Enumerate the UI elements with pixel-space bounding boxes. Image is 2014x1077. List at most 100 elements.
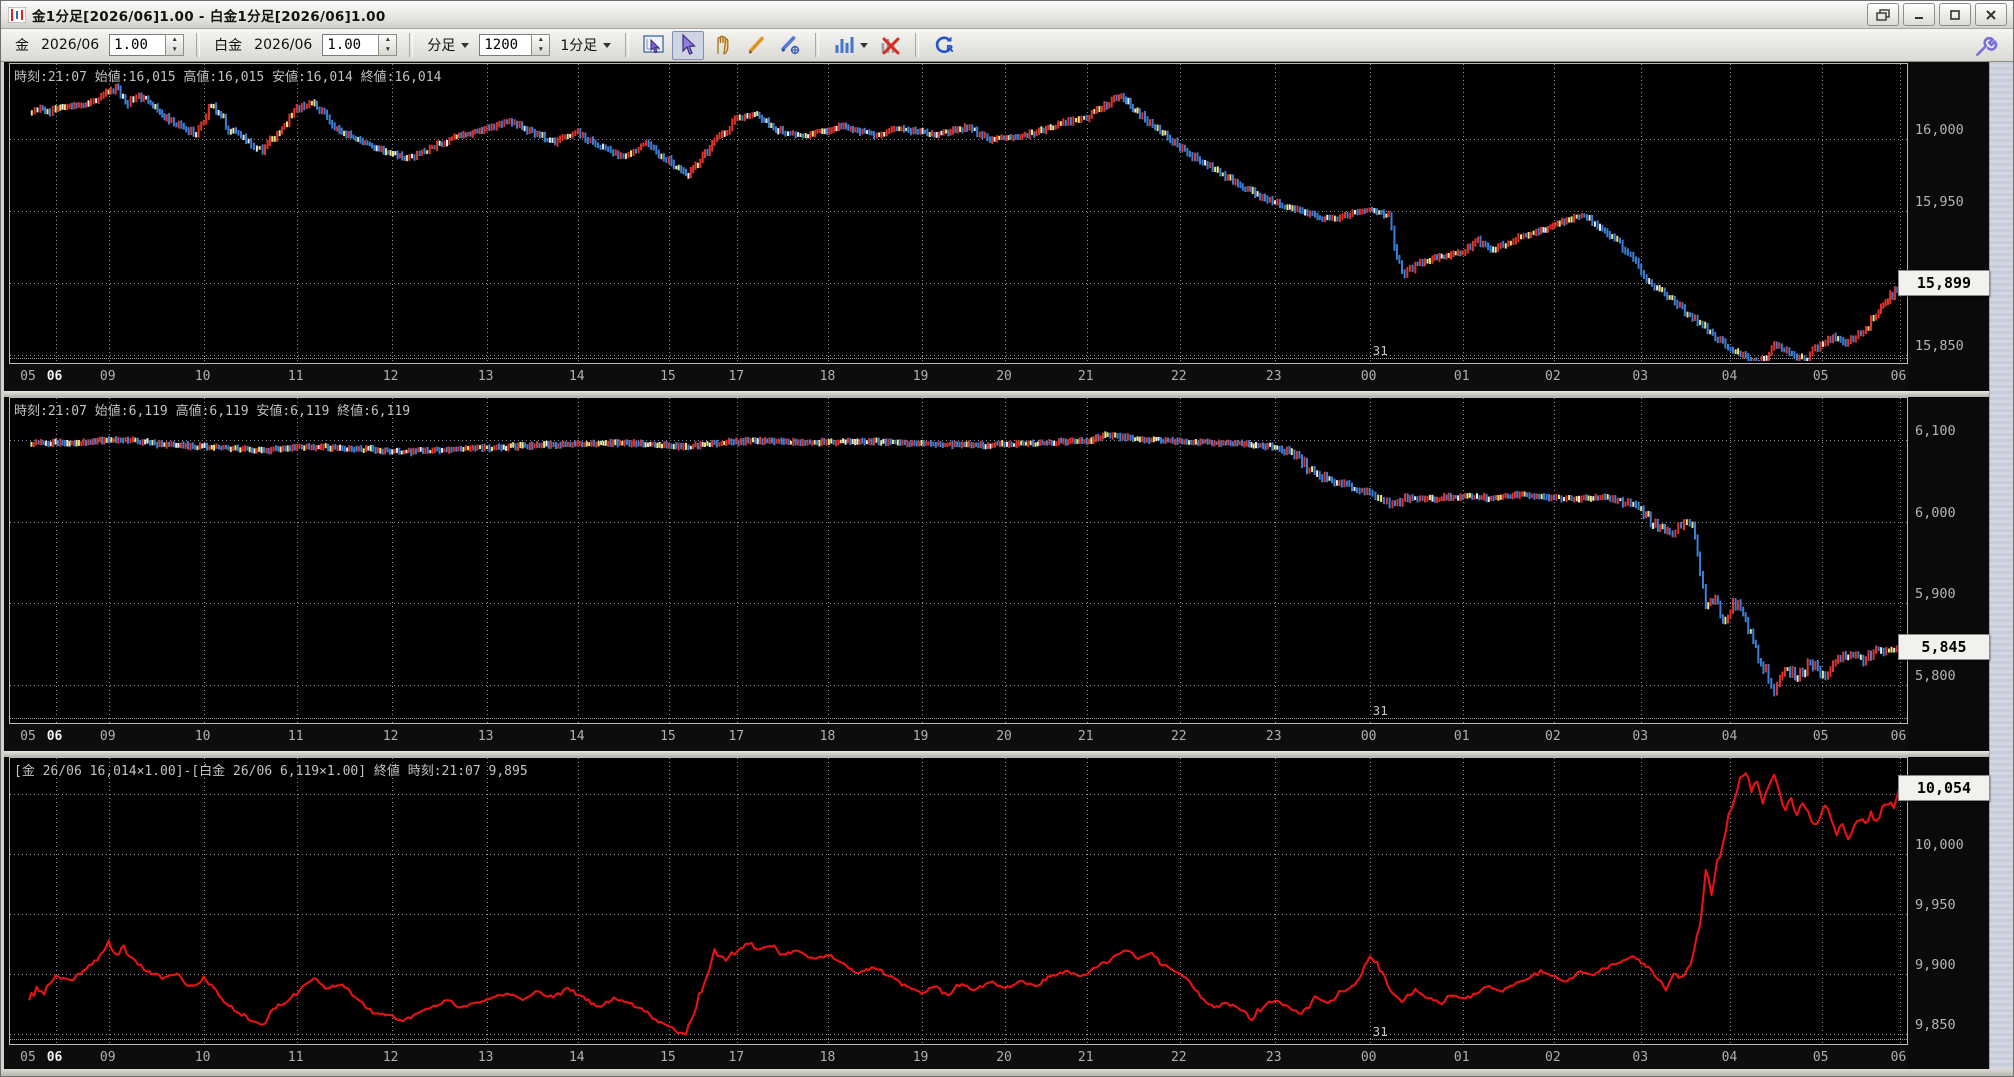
chart-cursor-icon xyxy=(643,35,665,54)
platinum-multiplier-arrows[interactable]: ▲ ▼ xyxy=(378,34,398,56)
time-tick-label: 14 xyxy=(568,729,585,744)
gold-platinum-spread-series xyxy=(28,772,1901,1036)
bar-count-input[interactable] xyxy=(479,34,532,56)
chart-area: 時刻:21:07 始値:16,015 高値:16,015 安値:16,014 終… xyxy=(4,62,1992,1072)
time-tick-label: 11 xyxy=(287,369,304,384)
remove-indicator-button[interactable] xyxy=(874,31,906,60)
price-tick-label: 9,900 xyxy=(1915,957,1956,973)
date-marker: 31 xyxy=(1372,703,1388,718)
time-tick-label: 09 xyxy=(99,369,116,384)
time-tick-label: 14 xyxy=(568,1050,585,1065)
price-tick-label: 16,000 xyxy=(1915,121,1964,138)
time-tick-label: 03 xyxy=(1632,729,1649,744)
gold-label: 金 xyxy=(15,38,29,54)
maximize-button[interactable] xyxy=(1939,3,1971,26)
hand-icon xyxy=(717,35,729,55)
time-tick-label: 06 xyxy=(46,1050,63,1065)
settings-wrench-icon[interactable] xyxy=(1973,33,1999,64)
toolbar-separator xyxy=(915,33,920,57)
time-tick-label: 23 xyxy=(1265,1050,1282,1065)
time-tick-label: 02 xyxy=(1545,1050,1561,1065)
bar-count-arrows[interactable]: ▲ ▼ xyxy=(531,34,551,56)
price-tick-label: 9,850 xyxy=(1915,1017,1956,1033)
time-tick-label: 02 xyxy=(1545,369,1561,384)
time-tick-label: 09 xyxy=(99,729,116,744)
interval-dropdown[interactable]: 1分足 xyxy=(560,35,612,55)
time-tick-label: 22 xyxy=(1170,729,1187,744)
gold-platinum-spread-ohlc-info: [金 26/06 16,014×1.00]-[白金 26/06 6,119×1.… xyxy=(14,764,528,779)
time-tick-label: 13 xyxy=(477,1050,494,1065)
chart-panel-gold-1min: 時刻:21:07 始値:16,015 高値:16,015 安値:16,014 終… xyxy=(4,63,1992,391)
time-tick-label: 19 xyxy=(912,369,929,384)
platinum-multiplier-stepper[interactable]: ▲▼ xyxy=(322,34,398,56)
time-tick-label: 20 xyxy=(996,729,1012,744)
indicator-histogram-button[interactable] xyxy=(828,31,872,60)
time-tick-label: 20 xyxy=(996,1050,1012,1065)
time-tick-label: 06 xyxy=(46,369,63,384)
time-tick-label: 17 xyxy=(728,369,745,384)
gold-1min-ohlc-info: 時刻:21:07 始値:16,015 高値:16,015 安値:16,014 終… xyxy=(14,70,442,85)
time-tick-label: 14 xyxy=(568,369,585,384)
chart-application-window: 金1分足[2026/06]1.00 - 白金1分足[2026/06]1.00 金… xyxy=(0,0,2014,1077)
histogram-icon xyxy=(835,37,854,53)
price-tick-label: 9,950 xyxy=(1915,897,1956,913)
platinum-1min-series xyxy=(30,431,1901,697)
select-cursor-button[interactable] xyxy=(672,30,705,60)
platinum-1min-plot[interactable]: 時刻:21:07 始値:6,119 高値:6,119 安値:6,119 終値:6… xyxy=(9,397,1908,724)
time-tick-label: 18 xyxy=(819,369,836,384)
time-tick-label: 18 xyxy=(819,1050,836,1065)
gold-multiplier-arrows[interactable]: ▲ ▼ xyxy=(165,34,185,56)
chevron-down-icon xyxy=(461,42,470,48)
chart-delete-x-icon xyxy=(881,37,900,55)
draw-line-button[interactable] xyxy=(740,31,772,60)
gold-1min-price-axis: 16,000 15,950 15,850 15,899 xyxy=(1898,63,1992,391)
toolbar-separator xyxy=(196,33,201,57)
time-tick-label: 11 xyxy=(287,1050,304,1065)
chart-panel-gold-platinum-spread: [金 26/06 16,014×1.00]-[白金 26/06 6,119×1.… xyxy=(4,757,1992,1072)
close-button[interactable] xyxy=(1975,3,2007,26)
right-scroll-gutter[interactable] xyxy=(1989,62,2013,1075)
time-tick-label: 17 xyxy=(728,1050,745,1065)
maximize-icon xyxy=(1950,9,1960,20)
gold-multiplier-stepper[interactable]: ▲▼ xyxy=(109,34,185,56)
window-bottom-frame xyxy=(1,1069,2013,1076)
platinum-1min-ohlc-info: 時刻:21:07 始値:6,119 高値:6,119 安値:6,119 終値:6… xyxy=(14,404,411,419)
data-window-button[interactable] xyxy=(638,31,670,60)
time-tick-label: 04 xyxy=(1721,729,1738,744)
date-marker: 31 xyxy=(1372,1024,1388,1039)
price-tick-label: 5,900 xyxy=(1915,586,1956,603)
platinum-1min-price-axis: 6,100 6,000 5,900 5,800 5,845 xyxy=(1898,397,1992,751)
pan-hand-button[interactable] xyxy=(706,31,738,60)
platinum-multiplier-input[interactable] xyxy=(322,34,379,56)
time-tick-label: 20 xyxy=(996,369,1012,384)
gold-platinum-spread-plot[interactable]: [金 26/06 16,014×1.00]-[白金 26/06 6,119×1.… xyxy=(9,757,1908,1045)
gold-multiplier-input[interactable] xyxy=(109,34,166,56)
date-marker: 31 xyxy=(1372,343,1388,358)
gold-1min-last-price-badge: 15,899 xyxy=(1898,270,1990,297)
time-tick-label: 03 xyxy=(1632,1050,1649,1065)
window-title: 金1分足[2026/06]1.00 - 白金1分足[2026/06]1.00 xyxy=(32,8,386,25)
bar-type-dropdown[interactable]: 分足 xyxy=(427,35,470,55)
bar-count-stepper[interactable]: ▲▼ xyxy=(479,34,551,56)
price-tick-label: 5,800 xyxy=(1915,667,1956,684)
candlestick-app-icon xyxy=(8,6,26,23)
time-tick-label: 09 xyxy=(99,1050,116,1065)
price-tick-label: 6,000 xyxy=(1915,504,1956,521)
time-tick-label: 10 xyxy=(194,369,211,384)
cascade-windows-button[interactable] xyxy=(1867,3,1899,26)
time-tick-label: 00 xyxy=(1360,369,1377,384)
time-tick-label: 05 xyxy=(1812,1050,1829,1065)
platinum-1min-time-axis: 05 06 09 10 11 12 13 14 15 17 18 19 20 21 22 23 00 01 02 03… xyxy=(4,724,1908,751)
cursor-arrow-icon xyxy=(682,33,697,55)
platinum-1min-last-price-badge: 5,845 xyxy=(1898,634,1990,661)
time-tick-label: 01 xyxy=(1453,729,1470,744)
draw-tool-button[interactable] xyxy=(774,31,806,60)
price-tick-label: 10,000 xyxy=(1915,837,1964,853)
refresh-button[interactable]: R xyxy=(928,31,960,60)
price-tick-label: 15,850 xyxy=(1915,337,1964,354)
gold-1min-plot[interactable]: 時刻:21:07 始値:16,015 高値:16,015 安値:16,014 終… xyxy=(9,63,1908,364)
gold-platinum-spread-last-price-badge: 10,054 xyxy=(1898,775,1990,802)
platinum-1min-chart-svg xyxy=(10,398,1907,723)
minimize-button[interactable] xyxy=(1903,3,1935,26)
title-bar[interactable]: 金1分足[2026/06]1.00 - 白金1分足[2026/06]1.00 xyxy=(1,1,2013,29)
